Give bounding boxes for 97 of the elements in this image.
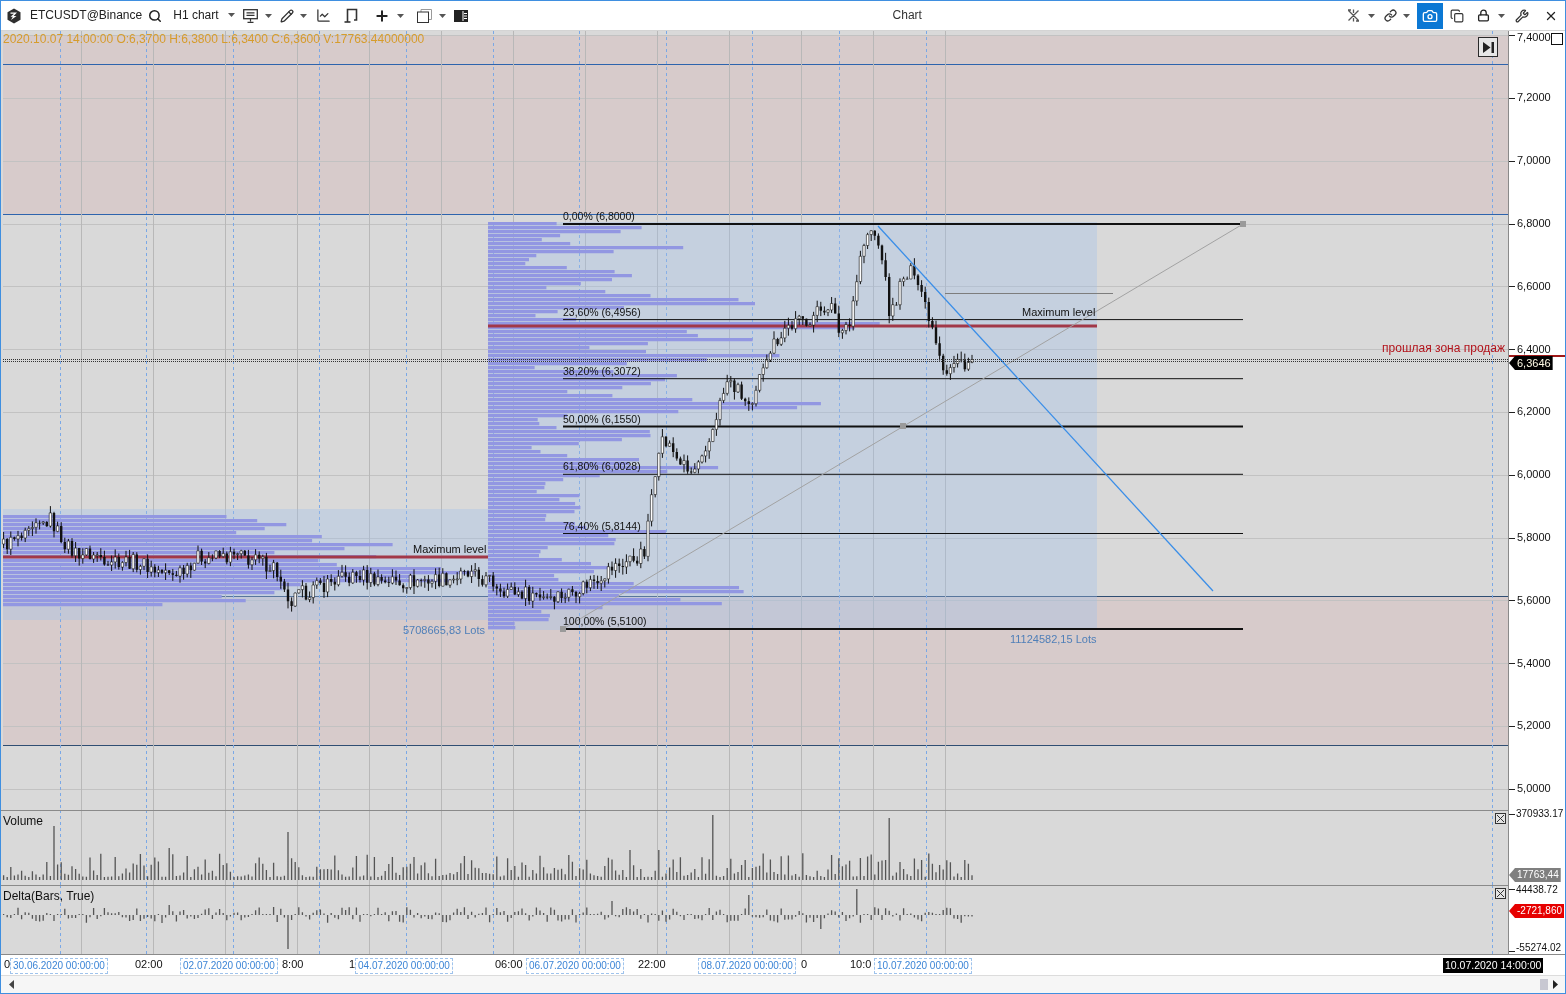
padlock-icon bbox=[1477, 9, 1490, 22]
copy-button[interactable] bbox=[1450, 8, 1464, 23]
plus-menu-button[interactable] bbox=[373, 7, 404, 24]
pane-title: Volume bbox=[3, 814, 44, 829]
axis-label: 5,4000 bbox=[1517, 656, 1551, 670]
go-to-end-button[interactable] bbox=[1478, 37, 1498, 57]
link-icon bbox=[1384, 9, 1397, 22]
axis-label: 7,2000 bbox=[1517, 91, 1551, 105]
axis-label: 5,0000 bbox=[1517, 782, 1551, 796]
time-label: 02:00 bbox=[135, 958, 163, 972]
scrollbar-thumb[interactable] bbox=[1540, 979, 1548, 990]
bracket-button[interactable] bbox=[343, 8, 358, 23]
panel-icon bbox=[453, 9, 468, 22]
logo-icon bbox=[6, 7, 22, 24]
axis-label: 7,0000 bbox=[1517, 154, 1551, 168]
axis-label: 5,2000 bbox=[1517, 719, 1551, 733]
time-label: 06:00 bbox=[495, 958, 523, 972]
axis-label: 6,2000 bbox=[1517, 405, 1551, 419]
pencil-icon bbox=[279, 8, 294, 23]
left-arrow-icon bbox=[9, 980, 14, 989]
close-box-icon[interactable] bbox=[1495, 888, 1506, 899]
timeframe-dropdown[interactable]: H1 chart bbox=[173, 8, 235, 23]
axis-label: -55274.02 bbox=[1516, 942, 1562, 954]
caret-icon bbox=[227, 13, 235, 18]
fibonacci-level-label: 76,40% (5,8144) bbox=[563, 519, 641, 533]
monitor-icon bbox=[242, 8, 258, 23]
axis-label: 7,4000 bbox=[1517, 31, 1551, 45]
pencil-menu-button[interactable] bbox=[279, 8, 307, 23]
fibonacci-level-label: 50,00% (6,1550) bbox=[563, 412, 641, 426]
maximum-level-label: Maximum level bbox=[1022, 306, 1096, 320]
axis-label: 5,8000 bbox=[1517, 531, 1551, 545]
lock-menu-button[interactable] bbox=[1477, 9, 1505, 22]
camera-icon bbox=[1422, 7, 1438, 24]
link-menu-button[interactable] bbox=[1384, 9, 1410, 22]
squares-menu-button[interactable] bbox=[416, 8, 446, 23]
lots-total-label: 11124582,15 Lots bbox=[1010, 633, 1097, 647]
plus-icon bbox=[373, 7, 390, 24]
axis-label: 6,8000 bbox=[1517, 217, 1551, 231]
lots-total-label: 5708665,83 Lots bbox=[403, 624, 485, 638]
maximum-level-label: Maximum level bbox=[413, 543, 487, 557]
fibonacci-level-label: 38,20% (6,3072) bbox=[563, 364, 641, 378]
axis-label: 370933.17 bbox=[1516, 808, 1564, 820]
axis-label: 6,0000 bbox=[1517, 468, 1551, 482]
arrows-menu-button[interactable] bbox=[1347, 9, 1375, 22]
axis-label: 44438.72 bbox=[1516, 884, 1558, 896]
close-box-icon[interactable] bbox=[1495, 813, 1506, 824]
scroll-right-button[interactable] bbox=[1553, 980, 1558, 989]
last-price-tag: 6,3646 bbox=[1509, 356, 1553, 370]
overlapping-squares-icon bbox=[416, 8, 432, 23]
axis-label: 6,6000 bbox=[1517, 279, 1551, 293]
pane-title: Delta(Bars, True) bbox=[3, 889, 95, 904]
cursor-time-label: 10.07.2020 14:00:00 bbox=[1443, 958, 1544, 973]
axis-label: 6,4000 bbox=[1517, 342, 1551, 356]
zone-note: прошлая зона продаж bbox=[1382, 341, 1505, 356]
caret-icon bbox=[1403, 13, 1410, 18]
fibonacci-level-label: 23,60% (6,4956) bbox=[563, 305, 641, 319]
date-label: 04.07.2020 00:00:00 bbox=[355, 958, 453, 974]
caret-icon bbox=[1498, 13, 1505, 18]
wrench-button[interactable] bbox=[1515, 8, 1529, 23]
time-label: 8:00 bbox=[282, 958, 304, 972]
crossed-arrows-icon bbox=[1347, 9, 1360, 22]
date-label: 06.07.2020 00:00:00 bbox=[526, 958, 624, 974]
line-chart-button[interactable] bbox=[315, 8, 331, 23]
caret-icon bbox=[396, 13, 404, 18]
skip-end-icon bbox=[1482, 41, 1494, 53]
fibonacci-level-label: 61,80% (6,0028) bbox=[563, 460, 641, 473]
caret-icon bbox=[264, 13, 272, 18]
symbol-selector[interactable]: ETCUSDT@Binance bbox=[30, 8, 143, 23]
wrench-icon bbox=[1515, 8, 1529, 23]
date-label: 30.06.2020 00:00:00 bbox=[10, 958, 108, 974]
caret-icon bbox=[1368, 13, 1375, 18]
monitor-menu-button[interactable] bbox=[242, 8, 272, 23]
fibonacci-level-label: 100,00% (5,5100) bbox=[563, 615, 647, 628]
search-icon bbox=[148, 8, 163, 23]
bracket-icon bbox=[343, 8, 358, 23]
time-label: 0 bbox=[4, 958, 11, 972]
date-label: 02.07.2020 00:00:00 bbox=[180, 958, 278, 974]
date-label: 08.07.2020 00:00:00 bbox=[698, 958, 796, 974]
panel-button[interactable] bbox=[453, 9, 468, 22]
time-label: 1 bbox=[349, 958, 356, 972]
copy-icon bbox=[1450, 8, 1464, 23]
search-button[interactable] bbox=[148, 8, 163, 23]
caret-icon bbox=[299, 13, 307, 18]
time-label: 0 bbox=[801, 958, 808, 972]
volume-value-tag: 17763,44 bbox=[1509, 868, 1561, 882]
camera-button[interactable] bbox=[1417, 2, 1443, 29]
scroll-left-button[interactable] bbox=[9, 980, 14, 989]
axis-label: 5,6000 bbox=[1517, 593, 1551, 607]
delta-value-tag: -2721,860 bbox=[1509, 904, 1565, 918]
date-label: 10.07.2020 00:00:00 bbox=[874, 958, 972, 974]
caret-icon bbox=[438, 13, 446, 18]
time-label: 22:00 bbox=[638, 958, 666, 972]
line-chart-icon bbox=[315, 8, 331, 23]
time-label: 10:0 bbox=[850, 958, 872, 972]
right-arrow-icon bbox=[1553, 980, 1558, 989]
ohlc-info-line: 2020.10.07 14:00:00 O:6,3700 H:6,3800 L:6,3400 C:6,3600 V:17763.44000000 bbox=[3, 32, 425, 47]
window-title: Chart bbox=[892, 8, 922, 23]
